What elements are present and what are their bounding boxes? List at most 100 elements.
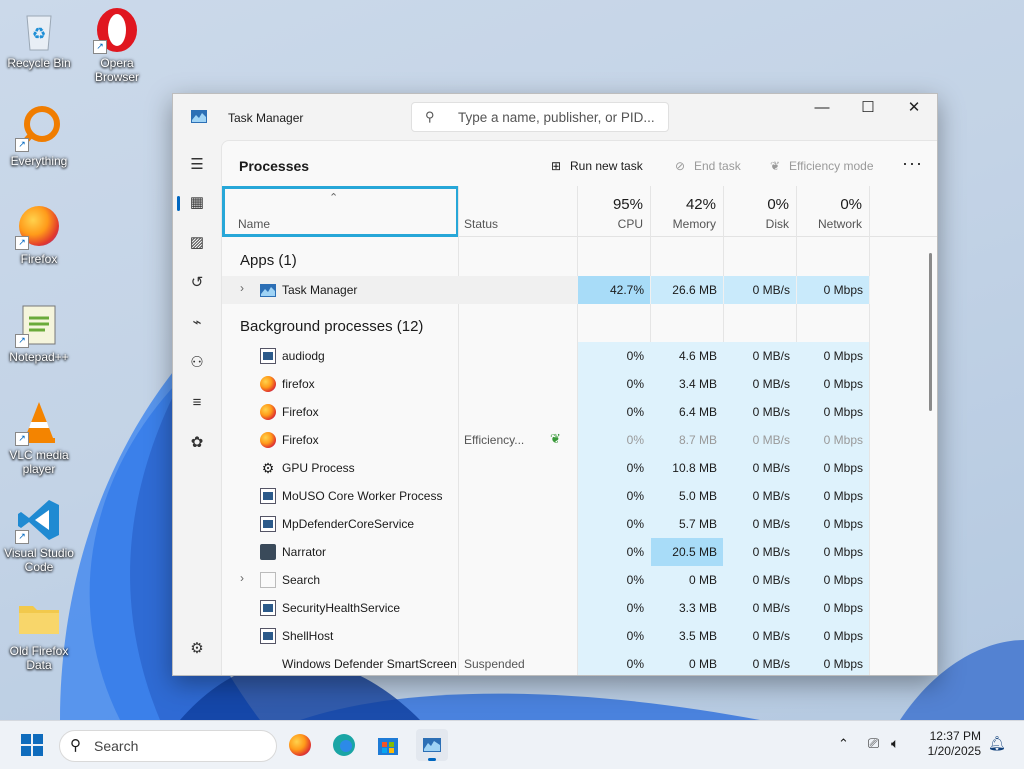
- efficiency-mode-label: Efficiency mode: [789, 159, 874, 173]
- notification-bell-icon[interactable]: 🔔︎: [988, 735, 1006, 752]
- desktop-icon-vlc[interactable]: ↗ VLC media player: [1, 398, 77, 476]
- memory-value: 10.8 MB: [672, 461, 717, 475]
- memory-value: 5.0 MB: [678, 489, 717, 503]
- column-header-status[interactable]: Status: [458, 186, 578, 237]
- nav-details-icon[interactable]: ≡: [181, 388, 213, 418]
- process-search-input[interactable]: ⚲ Type a name, publisher, or PID...: [411, 102, 669, 132]
- expand-chevron-icon[interactable]: ›: [240, 571, 244, 585]
- taskbar-task-manager-icon[interactable]: [416, 729, 448, 761]
- page-title: Processes: [239, 158, 310, 174]
- taskbar-store-icon[interactable]: [372, 729, 404, 761]
- clock[interactable]: 12:37 PM 1/20/2025: [928, 729, 981, 759]
- desktop-icon-old-firefox-data[interactable]: Old Firefox Data: [1, 594, 77, 672]
- table-row[interactable]: SecurityHealthService 0% 3.3 MB 0 MB/s 0 Mbp…: [222, 594, 870, 622]
- end-task-icon: ⊘: [674, 159, 686, 173]
- process-name: firefox: [282, 377, 315, 391]
- desktop-icon-everything[interactable]: ↗ Everything: [1, 104, 77, 168]
- notepadpp-icon: ↗: [15, 300, 63, 348]
- nav-app-history-icon[interactable]: ↺: [181, 268, 213, 298]
- disk-value: 0 MB/s: [752, 405, 790, 419]
- disk-value: 0 MB/s: [752, 573, 790, 587]
- taskbar-search-box[interactable]: ⚲ Search: [59, 730, 277, 762]
- volume-icon[interactable]: 🔈︎: [891, 735, 899, 752]
- name-column-highlight: [222, 186, 459, 237]
- shortcut-arrow-icon: ↗: [15, 530, 29, 544]
- table-row[interactable]: Firefox 0% 6.4 MB 0 MB/s 0 Mbps: [222, 398, 870, 426]
- show-hidden-icons-chevron-icon[interactable]: ⌃: [838, 736, 849, 752]
- table-row[interactable]: audiodg 0% 4.6 MB 0 MB/s 0 Mbps: [222, 342, 870, 370]
- table-row[interactable]: MoUSO Core Worker Process 0% 5.0 MB 0 MB/s 0…: [222, 482, 870, 510]
- desktop-icon-opera[interactable]: ↗ Opera Browser: [79, 6, 155, 84]
- table-row[interactable]: › Task Manager 42.7% 26.6 MB 0 MB/s 0 Mb…: [222, 276, 870, 304]
- desktop-icon-label: VLC media player: [9, 448, 69, 476]
- efficiency-mode-button[interactable]: ❦ Efficiency mode: [767, 159, 874, 173]
- expand-chevron-icon[interactable]: ›: [240, 281, 244, 295]
- more-options-icon[interactable]: ···: [902, 153, 923, 174]
- taskbar-firefox-icon[interactable]: [284, 729, 316, 761]
- run-new-task-button[interactable]: ⊞ Run new task: [548, 159, 643, 173]
- memory-value: 4.6 MB: [678, 349, 717, 363]
- taskbar-edge-icon[interactable]: [328, 729, 360, 761]
- hamburger-menu-icon[interactable]: ☰: [181, 150, 213, 180]
- table-row[interactable]: ⚙ GPU Process 0% 10.8 MB 0 MB/s 0 Mbps: [222, 454, 870, 482]
- network-value: 0 Mbps: [823, 601, 863, 615]
- memory-value: 8.7 MB: [678, 433, 717, 447]
- shortcut-arrow-icon: ↗: [15, 236, 29, 250]
- process-name: Search: [282, 573, 321, 587]
- nav-processes-icon[interactable]: ▦: [177, 188, 213, 218]
- title-bar[interactable]: Task Manager ⚲ Type a name, publisher, o…: [173, 94, 937, 140]
- column-header-memory[interactable]: 42% Memory: [651, 186, 723, 237]
- process-name: MpDefenderCoreService: [282, 517, 415, 531]
- group-header-apps: Apps (1): [240, 252, 297, 269]
- table-row[interactable]: Firefox Efficiency... ❦ 0% 8.7 MB 0 MB/s 0 Mbp…: [222, 426, 870, 454]
- network-icon[interactable]: ⎚: [868, 735, 879, 752]
- task-manager-app-icon: [191, 110, 207, 123]
- table-row[interactable]: MpDefenderCoreService 0% 5.7 MB 0 MB/s 0 Mbp…: [222, 510, 870, 538]
- system-process-icon: [260, 348, 276, 364]
- close-button[interactable]: ✕: [891, 94, 937, 124]
- clock-date: 1/20/2025: [927, 744, 981, 758]
- nav-startup-apps-icon[interactable]: ⌁: [181, 308, 213, 338]
- end-task-button[interactable]: ⊘ End task: [672, 159, 741, 173]
- nav-users-icon[interactable]: ⚇: [181, 348, 213, 378]
- column-header-disk[interactable]: 0% Disk: [724, 186, 796, 237]
- cpu-value: 0%: [626, 377, 644, 391]
- end-task-label: End task: [694, 159, 741, 173]
- start-button-windows-icon[interactable]: [16, 729, 48, 761]
- firefox-icon: [260, 432, 276, 448]
- desktop-icon-label: Old Firefox Data: [9, 644, 69, 672]
- network-value: 0 Mbps: [823, 629, 863, 643]
- table-row[interactable]: ShellHost 0% 3.5 MB 0 MB/s 0 Mbps: [222, 622, 870, 650]
- leaf-icon: ❦: [769, 159, 781, 173]
- run-task-icon: ⊞: [550, 159, 562, 173]
- disk-value: 0 MB/s: [752, 601, 790, 615]
- desktop-icon-vscode[interactable]: ↗ Visual Studio Code: [1, 496, 77, 574]
- navigation-rail: ☰ ▦ ▨ ↺ ⌁ ⚇ ≡ ✿ ⚙: [173, 140, 221, 675]
- disk-value: 0 MB/s: [752, 657, 790, 671]
- desktop-icon-notepadpp[interactable]: ↗ Notepad++: [1, 300, 77, 364]
- desktop-icon-recycle-bin[interactable]: ♻ Recycle Bin: [1, 6, 77, 70]
- table-row[interactable]: › Search 0% 0 MB 0 MB/s 0 Mbps: [222, 566, 870, 594]
- desktop-icon-firefox[interactable]: ↗ Firefox: [1, 202, 77, 266]
- cpu-value: 0%: [626, 629, 644, 643]
- folder-icon: [15, 594, 63, 642]
- cpu-value: 0%: [626, 461, 644, 475]
- nav-settings-gear-icon[interactable]: ⚙: [181, 634, 213, 664]
- column-header-cpu[interactable]: 95% CPU: [578, 186, 650, 237]
- table-row[interactable]: Narrator 0% 20.5 MB 0 MB/s 0 Mbps: [222, 538, 870, 566]
- vlc-cone-icon: ↗: [15, 398, 63, 446]
- minimize-button[interactable]: —: [799, 94, 845, 124]
- column-header-network[interactable]: 0% Network: [797, 186, 869, 237]
- cpu-value: 0%: [626, 657, 644, 671]
- cpu-value: 0%: [626, 601, 644, 615]
- process-name: Firefox: [282, 433, 319, 447]
- nav-services-icon[interactable]: ✿: [181, 428, 213, 458]
- disk-value: 0 MB/s: [752, 377, 790, 391]
- table-row[interactable]: firefox 0% 3.4 MB 0 MB/s 0 Mbps: [222, 370, 870, 398]
- cpu-value: 0%: [626, 573, 644, 587]
- table-row[interactable]: Windows Defender SmartScreen Suspended 0% 0…: [222, 650, 870, 675]
- vertical-scrollbar[interactable]: [929, 253, 932, 411]
- nav-performance-icon[interactable]: ▨: [181, 228, 213, 258]
- process-status: Efficiency...: [464, 433, 525, 447]
- maximize-button[interactable]: ☐: [845, 94, 891, 124]
